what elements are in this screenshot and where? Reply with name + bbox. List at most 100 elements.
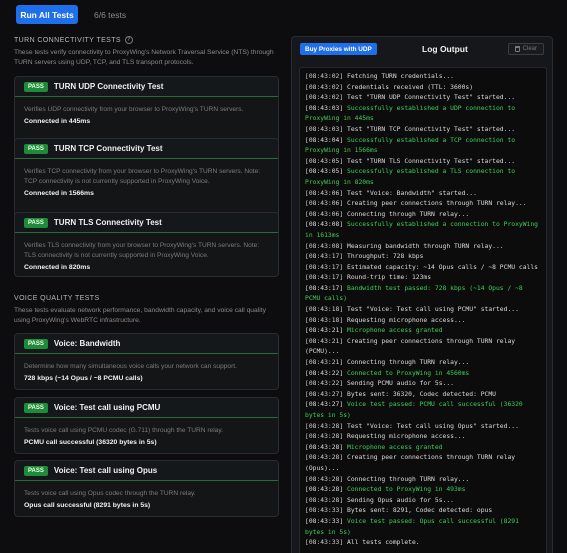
card-description: Verifies TCP connectivity from your brow…	[24, 168, 261, 185]
log-text: Test "Voice: Test call using PCMU" start…	[347, 306, 519, 314]
card-header: PASS Voice: Bandwidth	[15, 334, 278, 354]
clear-log-button[interactable]: Clear	[507, 43, 544, 55]
log-timestamp: [08:43:28]	[305, 496, 344, 504]
turn-section-desc: These tests verify connectivity to Proxy…	[14, 49, 274, 66]
log-line: [08:43:28] Connected to ProxyWing in 493…	[305, 485, 541, 496]
log-timestamp: [08:43:28]	[305, 433, 344, 441]
buy-proxies-button[interactable]: Buy Proxies with UDP	[300, 43, 377, 55]
log-timestamp: [08:43:22]	[305, 369, 344, 377]
log-line: [08:43:04] Successfully established a TC…	[305, 136, 541, 157]
pass-badge: PASS	[24, 143, 48, 154]
log-line: [08:43:21] Creating peer connections thr…	[305, 337, 541, 358]
log-text: Connected to ProxyWing in 4560ms	[347, 369, 470, 377]
card-title: TURN TCP Connectivity Test	[53, 144, 163, 153]
log-panel: Buy Proxies with UDP Log Output Clear [0…	[291, 36, 553, 553]
log-text: Test "Voice: Bandwidth" started...	[347, 189, 477, 197]
card-result: 728 kbps (~14 Opus / ~8 PCMU calls)	[24, 375, 143, 382]
card-header: PASS Voice: Test call using Opus	[15, 461, 278, 481]
test-card-turn-tls: PASS TURN TLS Connectivity Test Verifies…	[14, 212, 279, 277]
log-text: Test "TURN TCP Connectivity Test" starte…	[347, 125, 516, 133]
log-text: Sending Opus audio for 5s...	[347, 496, 454, 504]
log-line: [08:43:17] Bandwidth test passed: 728 kb…	[305, 284, 541, 305]
log-timestamp: [08:43:28]	[305, 443, 344, 451]
log-timestamp: [08:43:21]	[305, 359, 344, 367]
log-line: [08:43:06] Connecting through TURN relay…	[305, 210, 541, 221]
log-line: [08:43:08] Measuring bandwidth through T…	[305, 242, 541, 253]
log-line: [08:43:28] Creating peer connections thr…	[305, 453, 541, 474]
log-line: [08:43:22] Connected to ProxyWing in 456…	[305, 369, 541, 380]
log-line: [08:43:05] Test "TURN TLS Connectivity T…	[305, 157, 541, 168]
log-timestamp: [08:43:22]	[305, 380, 344, 388]
log-timestamp: [08:43:17]	[305, 274, 344, 282]
log-timestamp: [08:43:33]	[305, 507, 344, 515]
log-text: Connecting through TURN relay...	[347, 359, 470, 367]
log-timestamp: [08:43:33]	[305, 539, 344, 547]
card-result: Connected in 445ms	[24, 118, 91, 125]
log-header: Buy Proxies with UDP Log Output Clear	[292, 37, 552, 61]
log-timestamp: [08:43:28]	[305, 422, 344, 430]
voice-section-title: VOICE QUALITY TESTS	[14, 294, 100, 302]
log-timestamp: [08:43:03]	[305, 125, 344, 133]
log-line: [08:43:17] Throughput: 728 kbps	[305, 252, 541, 263]
turn-section-header: TURN CONNECTIVITY TESTS ? These tests ve…	[14, 34, 280, 68]
test-card-voice-opus: PASS Voice: Test call using Opus Tests v…	[14, 460, 279, 517]
log-line: [08:43:06] Creating peer connections thr…	[305, 199, 541, 210]
card-result: Connected in 820ms	[24, 264, 91, 271]
log-timestamp: [08:43:21]	[305, 337, 344, 345]
log-title: Log Output	[422, 44, 468, 54]
card-title: Voice: Test call using PCMU	[53, 403, 161, 412]
log-line: [08:43:21] Connecting through TURN relay…	[305, 358, 541, 369]
log-line: [08:43:33] All tests complete.	[305, 538, 541, 549]
log-timestamp: [08:43:27]	[305, 390, 344, 398]
card-description: Verifies TLS connectivity from your brow…	[24, 242, 260, 259]
card-title: Voice: Test call using Opus	[53, 466, 158, 475]
run-all-tests-button[interactable]: Run All Tests	[16, 5, 78, 24]
log-line: [08:43:22] Sending PCMU audio for 5s...	[305, 379, 541, 390]
pass-badge: PASS	[24, 338, 48, 349]
log-line: [08:43:28] Microphone access granted	[305, 443, 541, 454]
turn-section-title: TURN CONNECTIVITY TESTS	[14, 36, 121, 44]
log-text: Sending PCMU audio for 5s...	[347, 380, 454, 388]
log-output[interactable]: [08:43:02] Fetching TURN credentials...[…	[299, 67, 547, 553]
log-text: Bytes sent: 8291, Codec detected: opus	[347, 507, 493, 515]
log-text: Requesting microphone access...	[347, 433, 466, 441]
log-line: [08:43:03] Successfully established a UD…	[305, 104, 541, 125]
test-card-voice-bandwidth: PASS Voice: Bandwidth Determine how many…	[14, 333, 279, 390]
log-timestamp: [08:43:02]	[305, 83, 344, 91]
info-icon[interactable]: ?	[124, 36, 133, 44]
card-description: Determine how many simultaneous voice ca…	[24, 363, 237, 370]
log-timestamp: [08:43:03]	[305, 104, 344, 112]
log-timestamp: [08:43:06]	[305, 210, 344, 218]
trash-icon	[514, 46, 520, 52]
log-timestamp: [08:43:04]	[305, 136, 344, 144]
log-line: [08:43:28] Test "Voice: Test call using …	[305, 422, 541, 433]
clear-label: Clear	[522, 46, 537, 52]
log-timestamp: [08:43:06]	[305, 189, 344, 197]
log-line: [08:43:05] Successfully established a TL…	[305, 167, 541, 188]
log-line: [08:43:28] Requesting microphone access.…	[305, 432, 541, 443]
log-text: Round-trip time: 123ms	[347, 274, 432, 282]
log-line: [08:43:08] Successfully established a co…	[305, 220, 541, 241]
card-title: Voice: Bandwidth	[53, 339, 121, 348]
test-count: 6/6 tests	[94, 9, 127, 20]
log-text: Bytes sent: 36320, Codec detected: PCMU	[347, 390, 496, 398]
card-description: Verifies UDP connectivity from your brow…	[24, 106, 244, 113]
card-result: Opus call successful (8291 bytes in 5s)	[24, 502, 151, 509]
log-timestamp: [08:43:17]	[305, 263, 344, 271]
log-timestamp: [08:43:28]	[305, 475, 344, 483]
log-line: [08:43:02] Credentials received (TTL: 36…	[305, 83, 541, 94]
log-text: Test "TURN UDP Connectivity Test" starte…	[347, 94, 516, 102]
log-timestamp: [08:43:17]	[305, 253, 344, 261]
log-line: [08:43:27] Voice test passed: PCMU call …	[305, 400, 541, 421]
card-result: PCMU call successful (36320 bytes in 5s)	[24, 439, 157, 446]
log-timestamp: [08:43:18]	[305, 306, 344, 314]
log-text: Connected to ProxyWing in 493ms	[347, 486, 466, 494]
log-timestamp: [08:43:33]	[305, 517, 344, 525]
pass-badge: PASS	[24, 81, 48, 92]
card-description: Tests voice call using PCMU codec (G.711…	[24, 427, 223, 434]
log-text: Estimated capacity: ~14 Opus calls / ~8 …	[347, 263, 538, 271]
log-text: Requesting microphone access...	[347, 316, 466, 324]
card-header: PASS TURN UDP Connectivity Test	[15, 77, 278, 97]
log-text: Creating peer connections through TURN r…	[347, 200, 527, 208]
card-result: Connected in 1566ms	[24, 190, 94, 197]
